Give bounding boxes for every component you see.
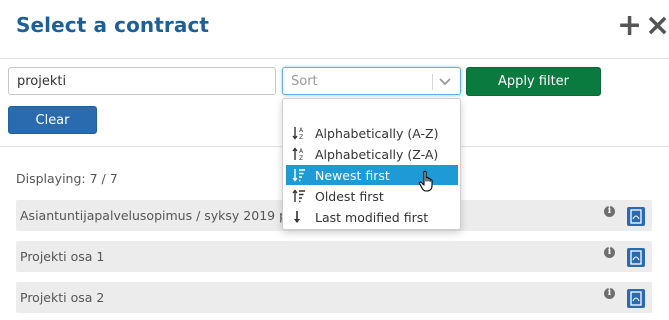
close-icon[interactable]: × [645,11,669,41]
sort-alpha-desc-icon: A Z [292,147,304,161]
sort-option-z-a[interactable]: A Z Alphabetically (Z-A) [286,144,458,164]
sort-option-label: Oldest first [315,189,384,204]
chevron-down-icon[interactable] [438,74,452,88]
sort-newest-icon [292,169,305,182]
contract-name: Projekti osa 1 [20,249,105,264]
sort-alpha-asc-icon: A Z [292,127,304,140]
search-input[interactable] [8,67,276,95]
contract-name: Asiantuntijapalvelusopimus / syksy 2019 … [20,208,327,223]
svg-text:Z: Z [299,134,303,140]
svg-text:A: A [299,148,304,155]
plus-icon[interactable]: + [617,11,642,41]
sort-oldest-icon [292,189,305,203]
hand-pointer-cursor-icon [418,170,433,192]
list-item[interactable]: Projekti osa 2 i [16,282,652,313]
pdf-icon [630,209,642,224]
dialog-title: Select a contract [16,13,210,37]
sort-placeholder: Sort [291,74,318,89]
sort-option-label: Alphabetically (Z-A) [315,147,439,162]
arrow-down-icon [294,211,300,223]
svg-text:A: A [299,127,304,134]
sort-dropdown-menu: A Z Alphabetically (A-Z) A Z Alphabetica… [282,98,461,230]
pdf-download-button[interactable] [627,207,645,226]
displaying-count: Displaying: 7 / 7 [16,171,118,186]
sort-select[interactable]: Sort [282,67,461,95]
svg-text:Z: Z [299,155,303,161]
clear-button[interactable]: Clear [8,106,97,134]
info-icon[interactable]: i [604,247,615,258]
pdf-download-button[interactable] [627,289,645,308]
sort-option-label: Last modified first [315,210,429,225]
pdf-download-button[interactable] [627,248,645,267]
contract-name: Projekti osa 2 [20,290,105,305]
info-icon[interactable]: i [604,206,615,217]
apply-filter-button[interactable]: Apply filter [466,67,601,96]
info-icon[interactable]: i [604,288,615,299]
list-item[interactable]: Projekti osa 1 i [16,241,652,272]
sort-separator [432,74,433,90]
sort-option-last-modified[interactable]: Last modified first [286,207,458,227]
sort-option-a-z[interactable]: A Z Alphabetically (A-Z) [286,123,458,143]
dialog-header: Select a contract + × [0,0,669,59]
sort-option-label: Newest first [315,168,390,183]
pdf-icon [630,250,642,265]
sort-option-label: Alphabetically (A-Z) [315,126,439,141]
pdf-icon [630,291,642,306]
